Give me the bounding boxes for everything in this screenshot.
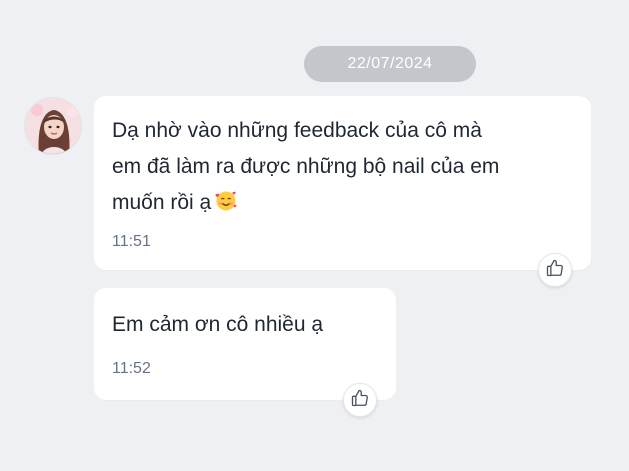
message-text: Em cảm ơn cô nhiều ạ [112,313,324,336]
like-reaction-button[interactable] [343,383,377,417]
message-text-content: Dạ nhờ vào những feedback của cô mà em đ… [112,119,500,214]
thumbs-up-icon [350,388,370,413]
thumbs-up-icon [545,258,565,283]
chat-conversation: 22/07/2024 Dạ nhờ vào những feedback của… [0,0,629,471]
avatar[interactable] [24,97,82,155]
like-reaction-button[interactable] [538,253,572,287]
message-bubble: Dạ nhờ vào những feedback của cô mà em đ… [94,96,591,270]
smiling-face-with-hearts-emoji [215,188,237,224]
message-bubble: Em cảm ơn cô nhiều ạ 11:52 [94,288,396,400]
message-time: 11:52 [112,360,151,377]
message-time: 11:51 [112,233,151,250]
date-separator: 22/07/2024 [304,46,476,82]
message-text: Dạ nhờ vào những feedback của cô mà em đ… [112,113,572,224]
